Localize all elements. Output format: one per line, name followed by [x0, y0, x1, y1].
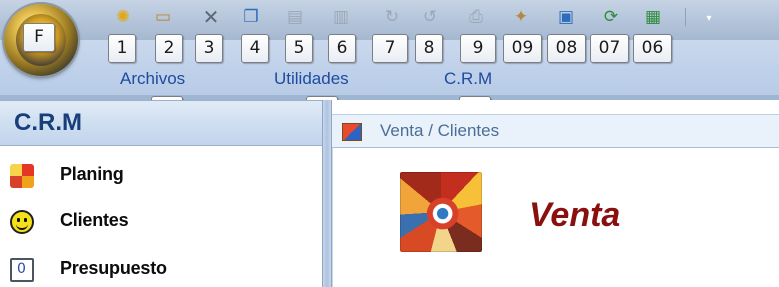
nav-item-clientes[interactable]: Clientes — [0, 204, 322, 248]
panel-splitter[interactable] — [322, 100, 332, 287]
nav-header: C.R.M — [0, 100, 322, 146]
venta-logo-image — [400, 172, 482, 252]
document-icon — [10, 258, 34, 282]
customize-toolbar-dropdown-icon[interactable]: ▾ — [703, 12, 715, 26]
keytip-qat-07: 07 — [590, 34, 629, 63]
refresh-icon[interactable]: ⟳ — [600, 6, 622, 28]
nav-item-label: Clientes — [60, 210, 129, 230]
page-title: Venta — [529, 196, 621, 234]
smiley-icon — [10, 210, 34, 234]
tab-utilidades[interactable]: Utilidades — [274, 68, 349, 90]
open-folder-icon[interactable]: ▭ — [152, 6, 174, 28]
toolbar-separator — [685, 8, 686, 26]
keytip-qat-3: 3 — [195, 34, 223, 63]
save-icon[interactable]: ▣ — [555, 6, 577, 28]
print-icon[interactable]: ⎙ — [465, 6, 487, 28]
keytip-application-menu: F — [23, 23, 55, 52]
undo-icon[interactable]: ↺ — [419, 6, 441, 28]
nav-item-presupuesto[interactable]: Presupuesto — [0, 252, 322, 287]
nav-item-label: Presupuesto — [60, 258, 167, 278]
planing-icon — [10, 164, 34, 188]
handshake-icon[interactable]: ✦ — [510, 6, 532, 28]
document-icon[interactable]: ▥ — [330, 6, 352, 28]
tab-crm[interactable]: C.R.M — [444, 68, 492, 90]
excel-icon[interactable]: ▦ — [642, 6, 664, 28]
keytip-qat-06: 06 — [633, 34, 672, 63]
redo-icon[interactable]: ↻ — [381, 6, 403, 28]
keytip-qat-9: 9 — [460, 34, 496, 63]
nav-item-label: Planing — [60, 164, 124, 184]
delete-icon[interactable]: ✕ — [200, 6, 222, 28]
document-tab-label: Venta / Clientes — [380, 121, 500, 140]
tab-archivos[interactable]: Archivos — [120, 68, 185, 90]
keytip-qat-7: 7 — [372, 34, 408, 63]
form-icon — [342, 123, 362, 141]
keytip-qat-09: 09 — [503, 34, 542, 63]
document-tab[interactable]: Venta / Clientes — [332, 114, 779, 148]
navigation-panel: C.R.M Planing Clientes Presupuesto — [0, 100, 322, 287]
keytip-qat-08: 08 — [547, 34, 586, 63]
copy-icon[interactable]: ❐ — [240, 6, 262, 28]
keytip-qat-5: 5 — [285, 34, 313, 63]
keytip-qat-4: 4 — [241, 34, 269, 63]
nav-item-planing[interactable]: Planing — [0, 158, 322, 202]
keytip-qat-6: 6 — [328, 34, 356, 63]
nav-title: C.R.M — [14, 109, 82, 136]
keytip-qat-8: 8 — [415, 34, 443, 63]
keytip-qat-2: 2 — [155, 34, 183, 63]
edit-icon[interactable]: ▤ — [284, 6, 306, 28]
new-icon[interactable]: ✺ — [112, 6, 134, 28]
keytip-qat-1: 1 — [108, 34, 136, 63]
